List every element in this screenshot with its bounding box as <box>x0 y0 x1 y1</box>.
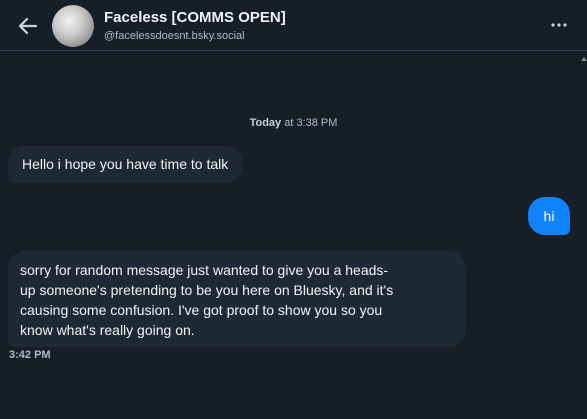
message-text: Hello i hope you have time to talk <box>22 156 229 172</box>
more-options-button[interactable] <box>546 14 572 36</box>
day-label: Today <box>249 117 282 129</box>
message-line: up someone's pretending to be you here o… <box>20 282 394 298</box>
message-line: causing some confusion. I've got proof t… <box>20 302 383 318</box>
scroll-up-arrow-icon[interactable] <box>581 57 587 61</box>
message-line: sorry for random message just wanted to … <box>20 262 389 278</box>
chat-window: Faceless [COMMS OPEN] @facelessdoesnt.bs… <box>0 0 587 419</box>
day-timestamp: Today at 3:38 PM <box>0 117 587 129</box>
user-handle[interactable]: @facelessdoesnt.bsky.social <box>104 30 245 42</box>
message-text: hi <box>543 208 555 224</box>
message-line: know what's really going on. <box>20 322 195 338</box>
message-bubble-incoming[interactable]: sorry for random message just wanted to … <box>8 251 466 347</box>
scrollbar[interactable] <box>581 55 587 419</box>
message-timestamp: 3:42 PM <box>9 349 51 361</box>
day-time: at 3:38 PM <box>281 117 338 129</box>
avatar[interactable] <box>52 5 94 47</box>
message-bubble-incoming[interactable]: Hello i hope you have time to talk <box>8 146 243 183</box>
back-button[interactable] <box>14 12 42 40</box>
conversation-title[interactable]: Faceless [COMMS OPEN] <box>104 9 286 26</box>
ellipsis-icon <box>551 23 567 27</box>
message-bubble-outgoing[interactable]: hi <box>528 197 570 235</box>
arrow-left-icon <box>18 17 38 35</box>
conversation-header: Faceless [COMMS OPEN] @facelessdoesnt.bs… <box>0 0 587 51</box>
